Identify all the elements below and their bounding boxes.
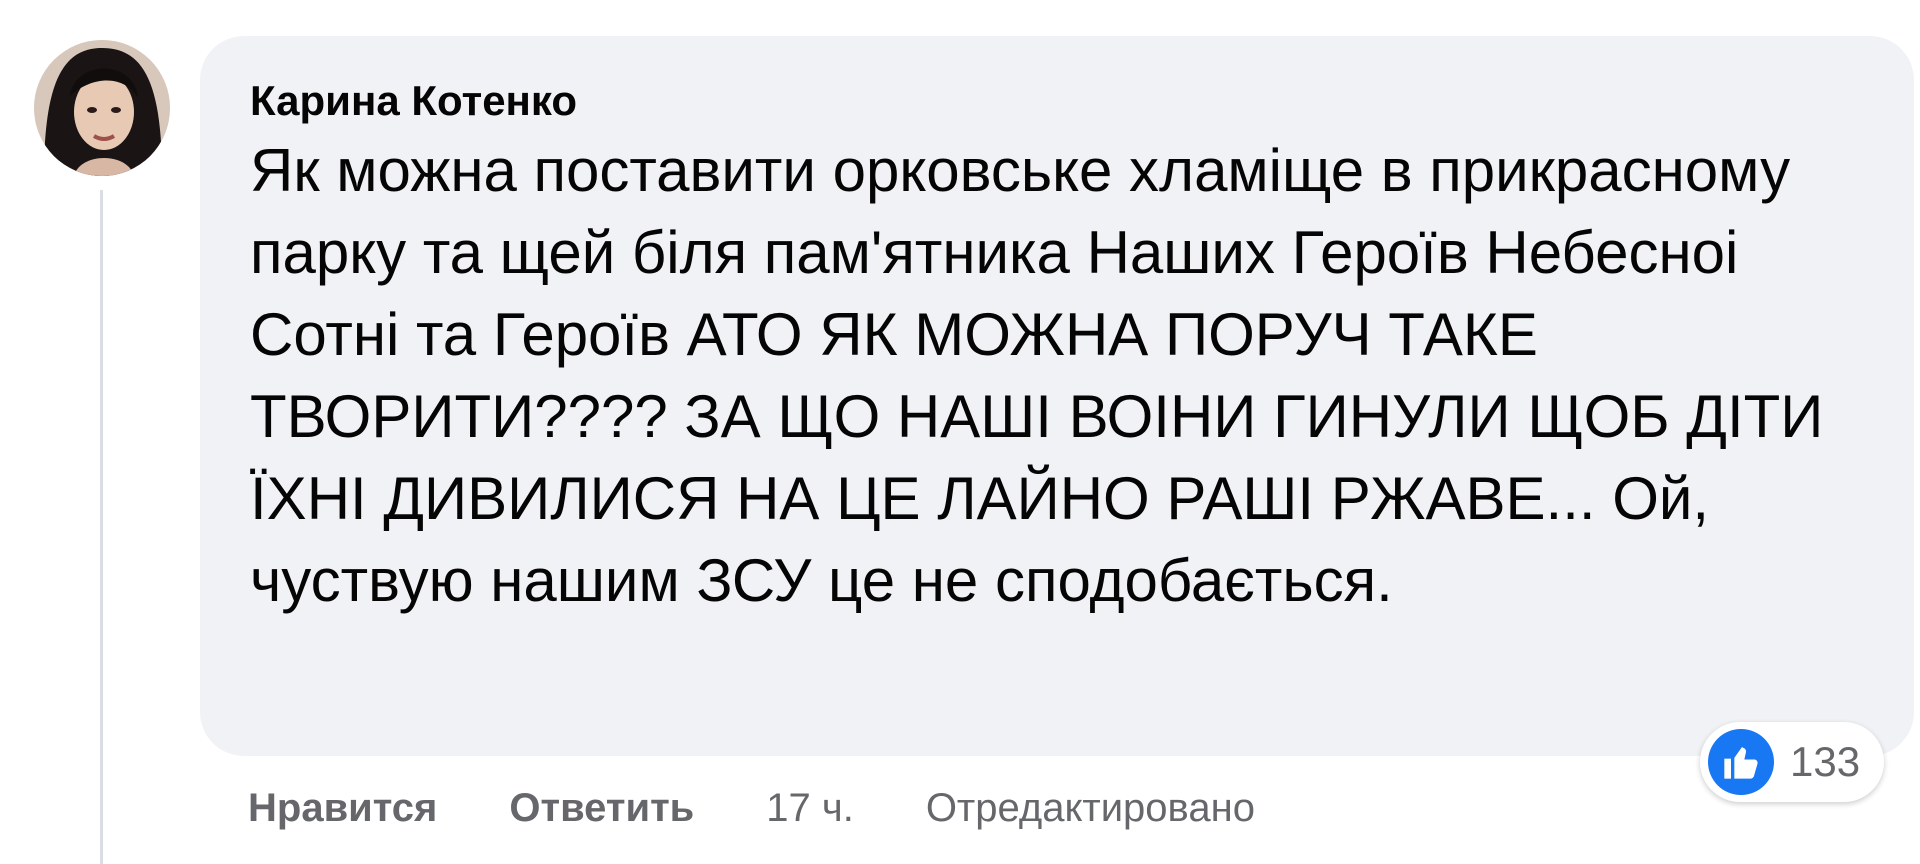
reply-button[interactable]: Ответить [509, 786, 694, 831]
like-icon [1708, 729, 1774, 795]
like-button[interactable]: Нравится [248, 786, 437, 831]
comment-container: Карина Котенко Як можна поставити орковс… [0, 0, 1920, 864]
edited-label[interactable]: Отредактировано [926, 786, 1255, 831]
thread-line [100, 190, 103, 864]
avatar[interactable] [34, 40, 170, 176]
reaction-count: 133 [1790, 738, 1861, 785]
comment-timestamp[interactable]: 17 ч. [766, 786, 854, 831]
avatar-photo-icon [34, 40, 170, 176]
comment-actions: Нравится Ответить 17 ч. Отредактировано [248, 778, 1255, 838]
comment-author[interactable]: Карина Котенко [250, 76, 1864, 126]
reactions-summary[interactable]: 133 [1700, 722, 1885, 802]
comment-text: Як можна поставити орковське хламіще в п… [250, 137, 1824, 614]
comment-bubble: Карина Котенко Як можна поставити орковс… [200, 36, 1914, 756]
